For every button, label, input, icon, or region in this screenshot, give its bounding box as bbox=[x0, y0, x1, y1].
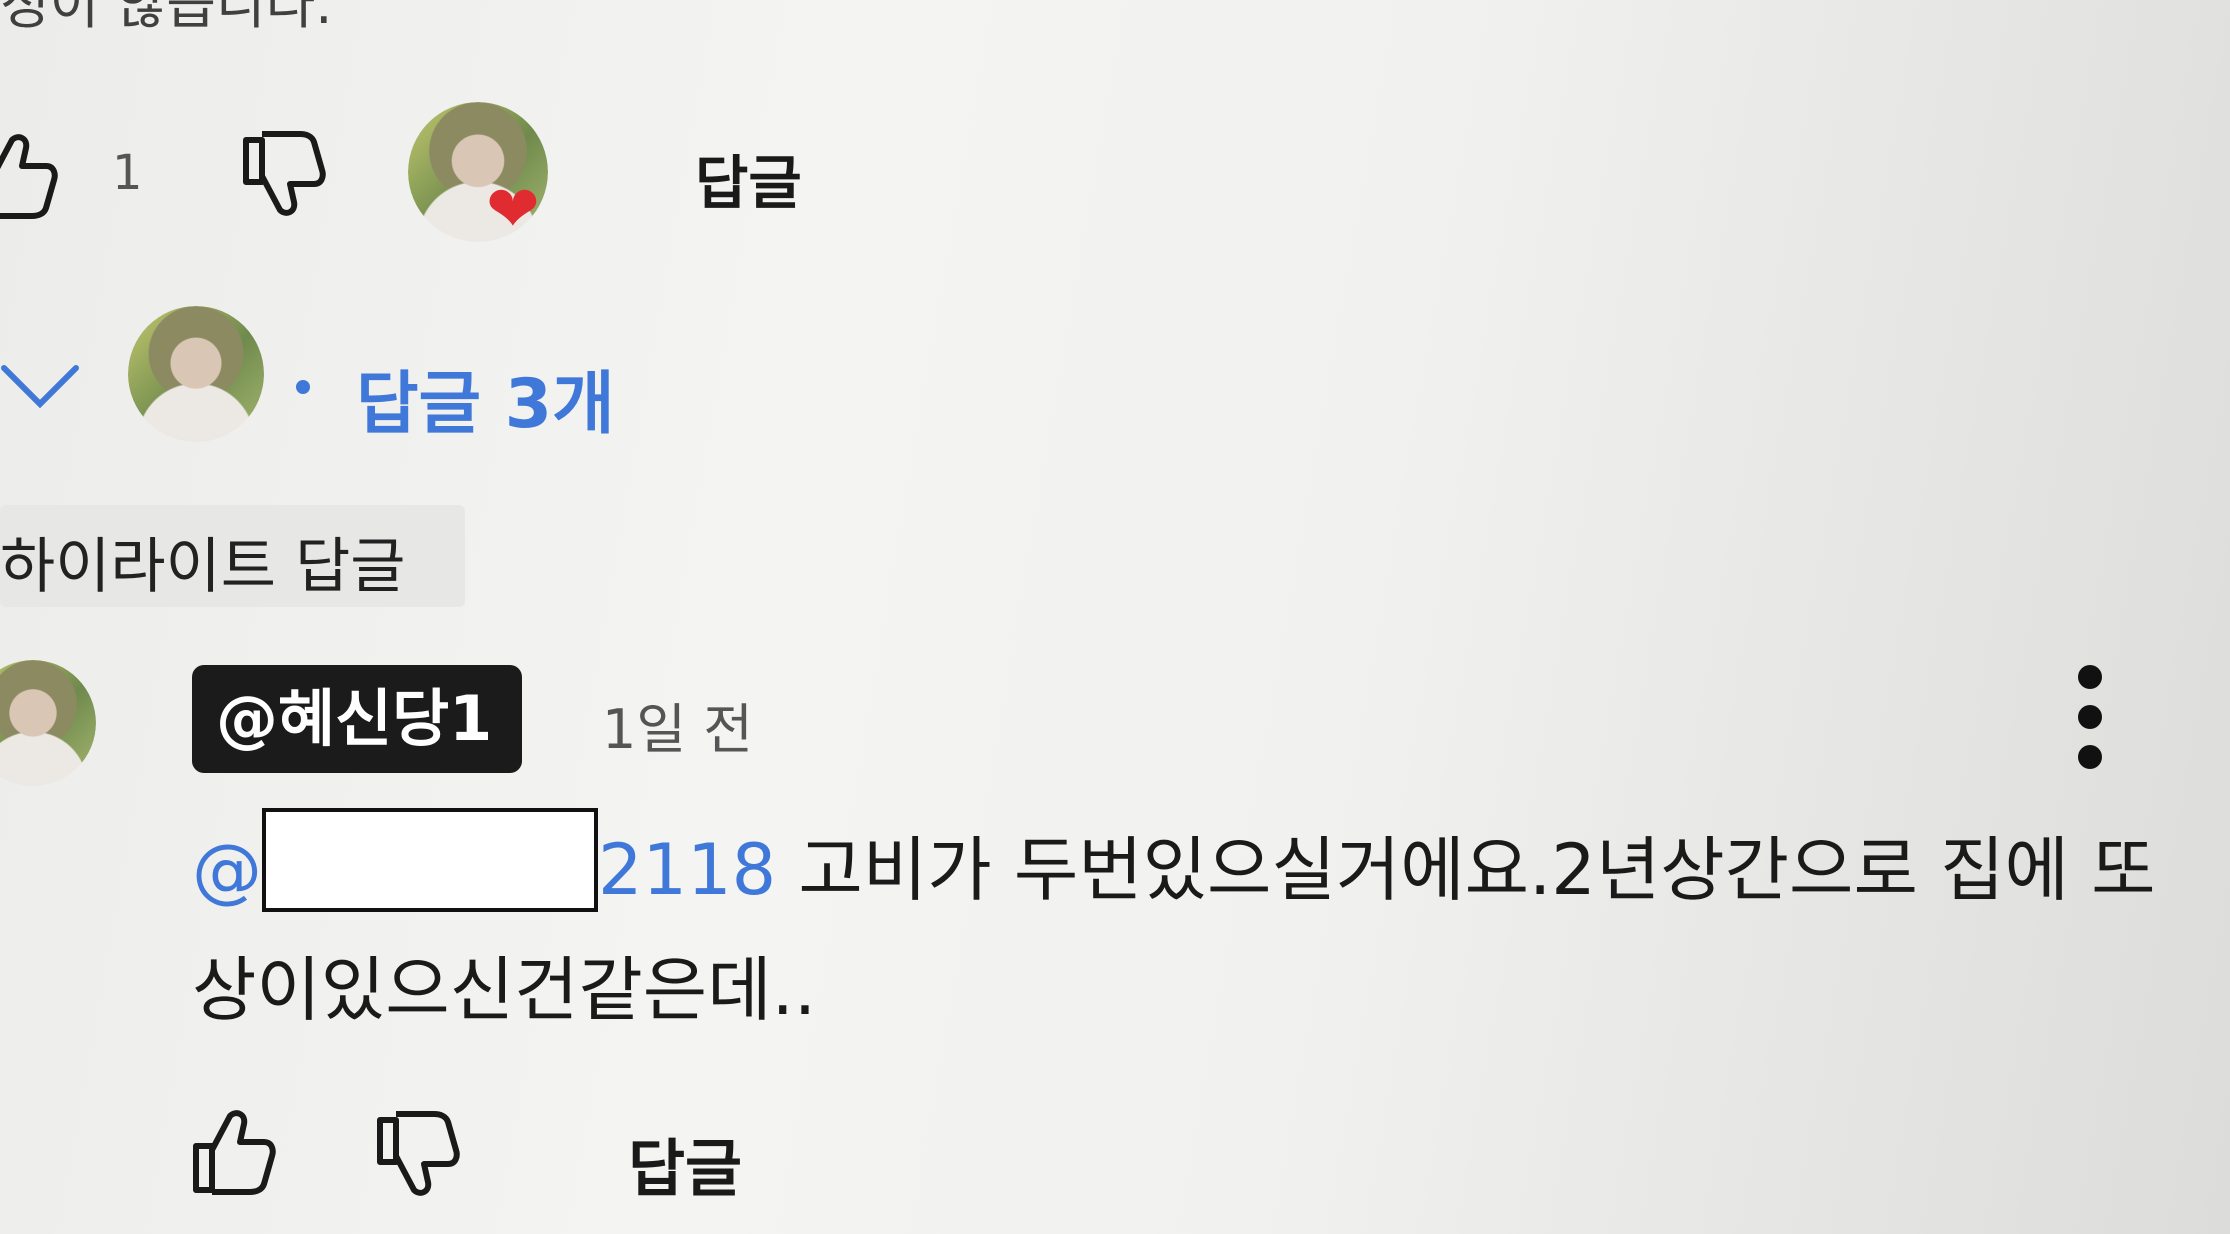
like-icon[interactable] bbox=[0, 130, 58, 220]
heart-icon: ❤ bbox=[486, 173, 540, 247]
reply-text: @2118 고비가 두번있으실거에요.2년상간으로 집에 또상이있으신건같은데.… bbox=[192, 808, 2212, 1050]
mention-prefix[interactable]: @ bbox=[192, 829, 262, 911]
chevron-down-icon[interactable] bbox=[0, 362, 80, 412]
mention-suffix[interactable]: 2118 bbox=[598, 829, 776, 911]
reply-author-handle[interactable]: @혜신당1 bbox=[192, 665, 523, 773]
reply-timestamp: 1일 전 bbox=[602, 698, 753, 761]
view-replies-button[interactable]: 답글 3개 bbox=[356, 348, 615, 447]
reply-author-avatar bbox=[128, 306, 264, 442]
dislike-icon[interactable] bbox=[240, 130, 326, 220]
like-count: 1 bbox=[112, 145, 143, 201]
highlight-label: 하이라이트 답글 bbox=[0, 532, 406, 602]
like-icon[interactable] bbox=[190, 1106, 276, 1196]
reply-button[interactable]: 답글 bbox=[695, 136, 802, 220]
redacted-mention bbox=[262, 808, 598, 912]
more-vertical-icon[interactable] bbox=[2070, 665, 2110, 775]
reply-avatar[interactable] bbox=[0, 660, 96, 786]
separator-dot bbox=[296, 380, 310, 394]
previous-comment-text: 정이 않습니다. bbox=[0, 0, 333, 36]
dislike-icon[interactable] bbox=[374, 1110, 460, 1200]
reply-button[interactable]: 답글 bbox=[628, 1118, 742, 1208]
